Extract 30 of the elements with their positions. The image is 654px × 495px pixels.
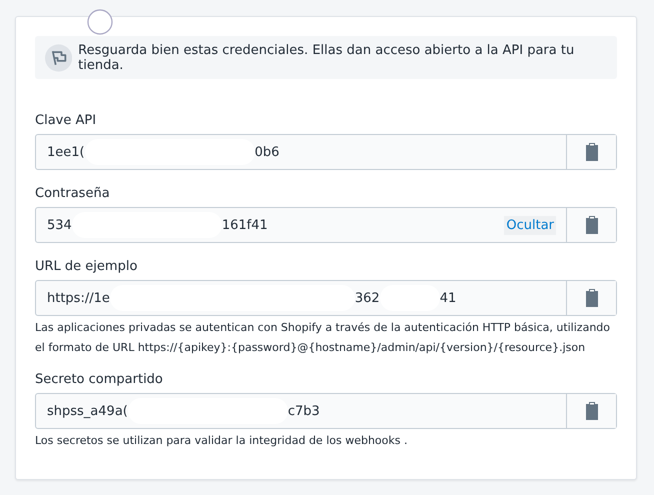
credential-field[interactable]: 534 161f41 Ocultar: [35, 207, 617, 243]
clipboard-icon: [584, 143, 598, 161]
copy-button[interactable]: [566, 281, 616, 315]
credential-field[interactable]: shpss_a49a( c7b3: [35, 393, 617, 429]
flag-icon: [45, 44, 72, 72]
field-value: shpss_a49a(: [47, 404, 128, 418]
field-value: 1ee1(: [47, 144, 85, 160]
field-label: URL de ejemplo: [35, 259, 138, 274]
copy-button[interactable]: [566, 208, 616, 242]
field-value: https://1e: [47, 290, 110, 306]
field-value: 0b6: [254, 144, 280, 160]
copy-button[interactable]: [566, 394, 616, 428]
field-value: 362: [354, 290, 380, 306]
clipboard-icon: [584, 402, 598, 420]
field-label: Clave API: [35, 113, 98, 128]
field-value: 41: [440, 290, 456, 306]
banner-text: Resguarda bien estas credenciales. Ellas dan acceso abierto a la API para tu tienda.: [78, 42, 576, 72]
help-text: Los secretos se utilizan para validar la integridad de los webhooks .: [35, 433, 408, 449]
copy-button[interactable]: [566, 135, 616, 169]
clipboard-icon: [584, 289, 598, 307]
field-value: 534: [47, 218, 72, 232]
clipboard-icon: [584, 216, 598, 234]
field-value: 161f41: [222, 218, 268, 232]
field-label: Contraseña: [35, 186, 111, 201]
field-label: Secreto compartido: [35, 372, 164, 387]
help-text: Las aplicaciones privadas se autentican con Shopify a través de la autenticación HTTP básica, utilizando el formato de URL https://{apikey}:{password}@{hostname}/admin/api/{version}/{resource}.json: [35, 320, 611, 356]
field-value: c7b3: [288, 404, 320, 418]
hide-button[interactable]: Ocultar: [504, 216, 556, 234]
credential-field[interactable]: https://1e 362 41: [35, 280, 617, 316]
credential-field[interactable]: 1ee1( 0b6: [35, 134, 617, 170]
